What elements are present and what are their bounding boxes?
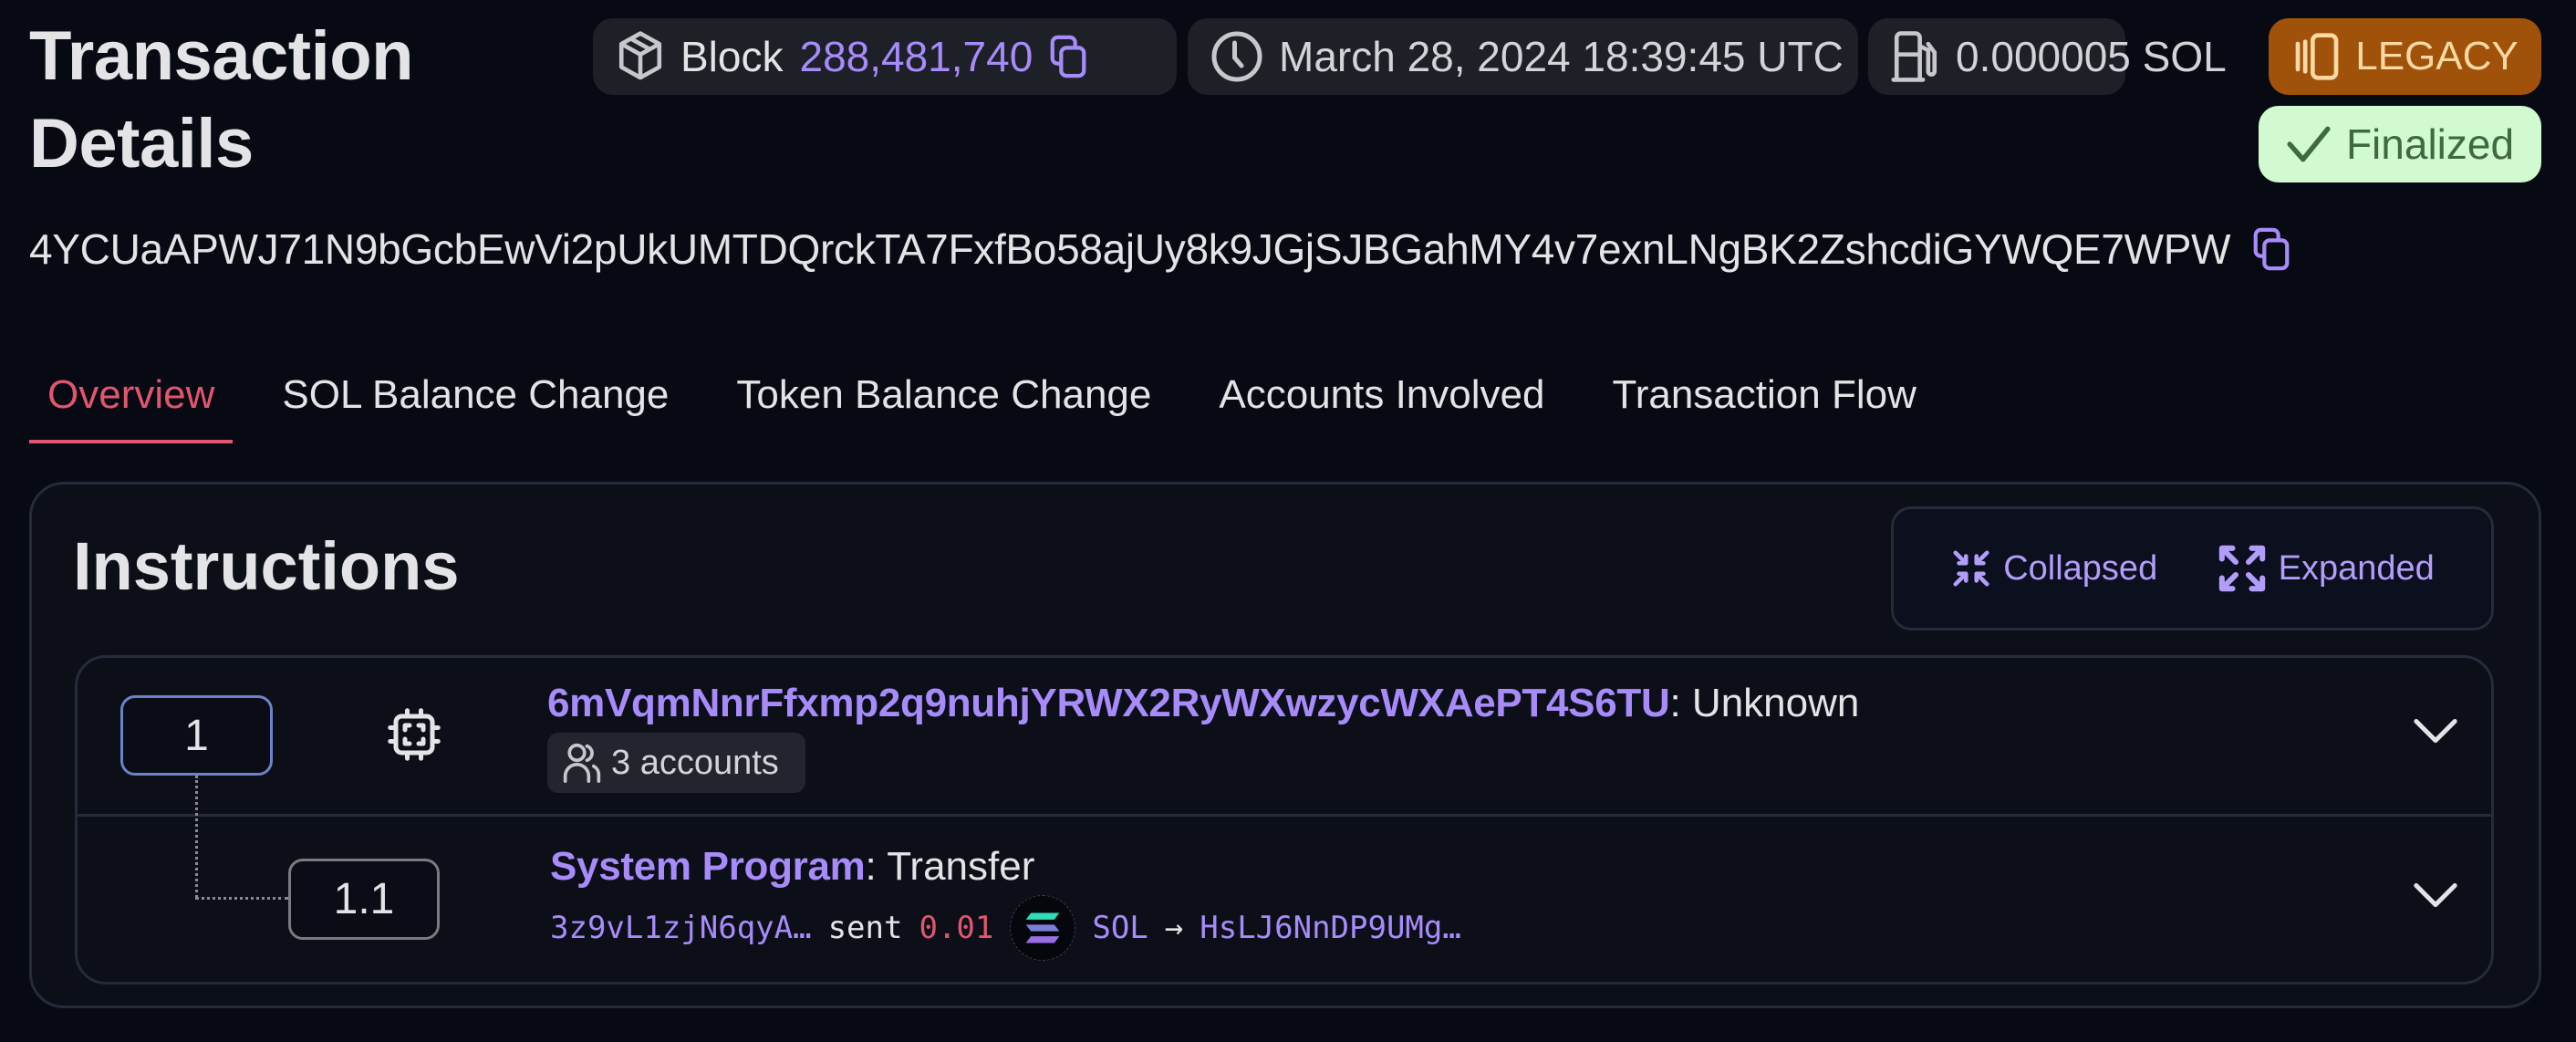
- tree-connector-vertical: [195, 776, 198, 898]
- program-address-link[interactable]: 6mVqmNnrFfxmp2q9nuhjYRWX2RyWXwzycWXAePT4…: [547, 681, 1670, 725]
- instruction-index-1: 1: [120, 695, 273, 776]
- timestamp-chip: March 28, 2024 18:39:45 UTC: [1188, 18, 1858, 95]
- solana-logo-icon: [1010, 895, 1076, 961]
- cube-icon: [618, 31, 662, 80]
- expanded-label: Expanded: [2278, 548, 2435, 588]
- accounts-count-label: 3 accounts: [611, 743, 779, 782]
- instruction-row-2-title: System Program: Transfer: [550, 844, 1034, 890]
- block-chip: Block 288,481,740: [593, 18, 1177, 95]
- accounts-count-chip[interactable]: 3 accounts: [547, 733, 805, 793]
- row-divider: [75, 814, 2494, 817]
- transfer-verb: sent: [827, 910, 903, 946]
- block-number-link[interactable]: 288,481,740: [799, 32, 1033, 81]
- fee-chip: 0.000005 SOL: [1868, 18, 2227, 95]
- instruction-name: Unknown: [1691, 681, 1860, 725]
- tab-accounts-involved[interactable]: Accounts Involved: [1200, 363, 1563, 443]
- copy-icon[interactable]: [2250, 226, 2292, 272]
- collapse-arrows-icon: [1953, 550, 1989, 587]
- tab-overview[interactable]: Overview: [29, 363, 234, 443]
- transaction-signature-row: 4YCUaAPWJ71N9bGcbEwVi2pUkUMTDQrckTA7FxfB…: [29, 224, 2292, 274]
- clock-icon: [1211, 31, 1262, 82]
- expanded-button[interactable]: Expanded: [2217, 543, 2435, 594]
- instruction-index-1-1: 1.1: [288, 859, 440, 940]
- transfer-amount: 0.01: [919, 910, 994, 946]
- instruction-row-1-icon-wrap: [387, 706, 441, 767]
- copy-icon[interactable]: [1047, 34, 1089, 79]
- chevron-down-icon: [2414, 718, 2457, 744]
- timestamp: March 28, 2024 18:39:45 UTC: [1279, 33, 1844, 80]
- expand-row-1-button[interactable]: [2413, 717, 2458, 751]
- version-badge: LEGACY: [2269, 18, 2541, 95]
- collapsed-label: Collapsed: [2003, 548, 2158, 588]
- fee-amount: 0.000005 SOL: [1956, 33, 2227, 80]
- instructions-title: Instructions: [73, 528, 460, 604]
- instruction-row-1-title: 6mVqmNnrFfxmp2q9nuhjYRWX2RyWXwzycWXAePT4…: [547, 681, 1859, 726]
- status-badge-label: Finalized: [2345, 120, 2515, 168]
- version-badge-label: LEGACY: [2355, 34, 2519, 78]
- arrow-right-icon: →: [1164, 910, 1184, 946]
- users-icon: [563, 743, 601, 783]
- tree-connector-horizontal: [195, 897, 288, 900]
- separator: :: [865, 844, 877, 889]
- token-symbol-link[interactable]: SOL: [1092, 910, 1148, 946]
- cpu-chip-icon: [388, 708, 441, 761]
- view-toggle: Collapsed Expanded: [1891, 506, 2494, 630]
- transfer-summary: 3z9vL1zjN6qyA… sent 0.01 SOL → HsLJ6NnDP…: [550, 895, 1461, 961]
- expand-row-2-button[interactable]: [2413, 881, 2458, 915]
- expand-arrows-icon: [2218, 545, 2265, 592]
- separator: :: [1669, 681, 1681, 725]
- status-badge: Finalized: [2259, 106, 2541, 182]
- instruction-name: Transfer: [887, 844, 1035, 889]
- tab-bar: Overview SOL Balance Change Token Balanc…: [29, 363, 1966, 445]
- collapsed-button[interactable]: Collapsed: [1950, 546, 2157, 591]
- recipient-address-link[interactable]: HsLJ6NnDP9UMg…: [1200, 910, 1461, 946]
- fuel-pump-icon: [1891, 31, 1937, 82]
- tab-transaction-flow[interactable]: Transaction Flow: [1594, 363, 1934, 443]
- legacy-cards-icon: [2295, 33, 2339, 80]
- check-icon: [2287, 126, 2331, 162]
- chevron-down-icon: [2414, 882, 2457, 908]
- program-name-link[interactable]: System Program: [550, 844, 866, 889]
- transaction-signature: 4YCUaAPWJ71N9bGcbEwVi2pUkUMTDQrckTA7FxfB…: [29, 225, 2231, 273]
- tab-sol-balance-change[interactable]: SOL Balance Change: [264, 363, 687, 443]
- sender-address-link[interactable]: 3z9vL1zjN6qyA…: [550, 910, 812, 946]
- tab-token-balance-change[interactable]: Token Balance Change: [718, 363, 1169, 443]
- page-title: Transaction Details: [29, 17, 414, 182]
- block-label: Block: [680, 33, 784, 80]
